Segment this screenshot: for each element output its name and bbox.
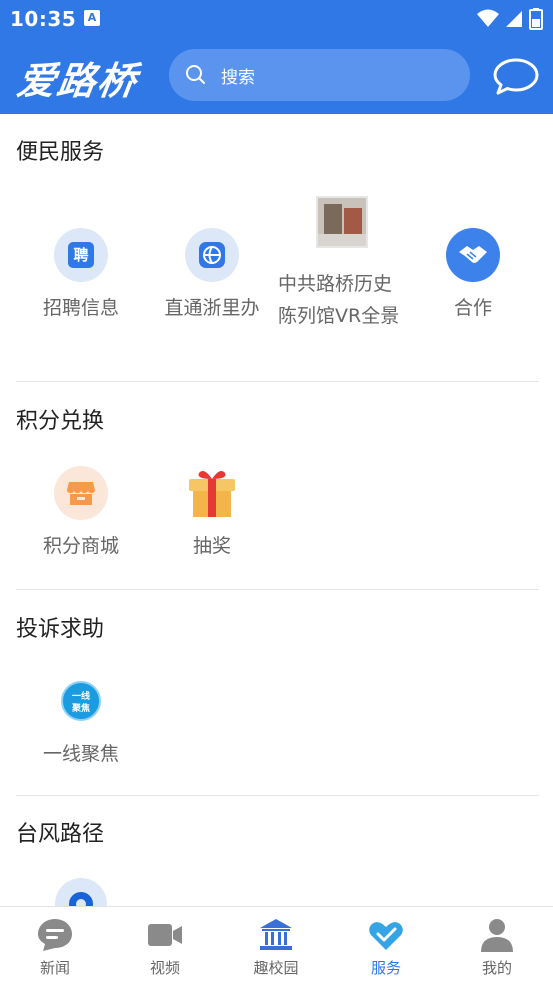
status-icons [476,8,543,30]
divider [16,589,539,590]
search-input[interactable]: 搜索 [169,49,470,101]
item-zheliban-label: 直通浙里办 [164,297,260,319]
section-title-typhoon: 台风路径 [16,822,105,847]
item-cooperation-label: 合作 [453,297,492,319]
service-heart-icon [369,922,403,950]
notification-icon: A [84,10,100,26]
nav-news[interactable]: 新闻 [0,907,110,984]
item-lottery-label: 抽奖 [192,535,231,557]
app-logo: 爱路桥 [14,58,141,103]
video-icon [148,924,182,946]
section-title-convenience: 便民服务 [16,140,105,165]
nav-service[interactable]: 服务 [331,907,441,984]
item-lottery[interactable]: 抽奖 [147,466,277,562]
nav-profile[interactable]: 我的 [442,907,552,984]
status-time: 10:35 [10,7,77,31]
search-icon [186,65,205,84]
profile-icon [481,919,513,952]
typhoon-icon[interactable] [55,878,107,906]
nav-video-label: 视频 [149,959,180,977]
news-icon [38,919,72,951]
item-recruit[interactable]: 聘 招聘信息 [16,228,146,324]
nav-news-label: 新闻 [39,959,70,977]
zheliban-icon [185,228,239,282]
signal-icon [505,11,522,27]
status-bar: 10:35 A [0,0,553,38]
recruit-icon: 聘 [54,228,108,282]
divider [16,381,539,382]
item-frontline-focus[interactable]: 一线 聚焦 一线聚焦 [16,674,146,770]
gift-icon [185,466,239,520]
handshake-icon [446,228,500,282]
shop-icon [54,466,108,520]
section-title-points: 积分兑换 [16,409,105,434]
battery-icon [529,8,543,30]
nav-video[interactable]: 视频 [110,907,220,984]
nav-campus-label: 趣校园 [253,959,299,977]
nav-campus[interactable]: 趣校园 [221,907,331,984]
bottom-nav: 新闻 视频 趣校园 服务 我的 [0,906,553,984]
section-title-complaints: 投诉求助 [16,617,105,642]
search-placeholder: 搜索 [221,68,255,88]
item-zheliban[interactable]: 直通浙里办 [147,228,277,324]
vr-museum-thumbnail [316,196,368,248]
nav-profile-label: 我的 [481,959,512,977]
nav-service-label: 服务 [370,959,401,977]
frontline-focus-icon: 一线 聚焦 [54,674,108,728]
message-icon[interactable] [492,57,540,97]
wifi-icon [476,9,499,27]
item-vr-museum[interactable]: 中共路桥历史陈列馆VR全景 [278,196,410,332]
item-frontline-focus-label: 一线聚焦 [42,743,119,765]
item-points-mall[interactable]: 积分商城 [16,466,146,562]
campus-icon [260,919,292,950]
app-header: 爱路桥 搜索 [0,38,553,114]
item-points-mall-label: 积分商城 [42,535,119,557]
item-recruit-label: 招聘信息 [42,297,119,319]
item-vr-museum-label: 中共路桥历史陈列馆VR全景 [278,273,400,327]
item-cooperation[interactable]: 合作 [408,228,538,324]
divider [16,795,539,796]
